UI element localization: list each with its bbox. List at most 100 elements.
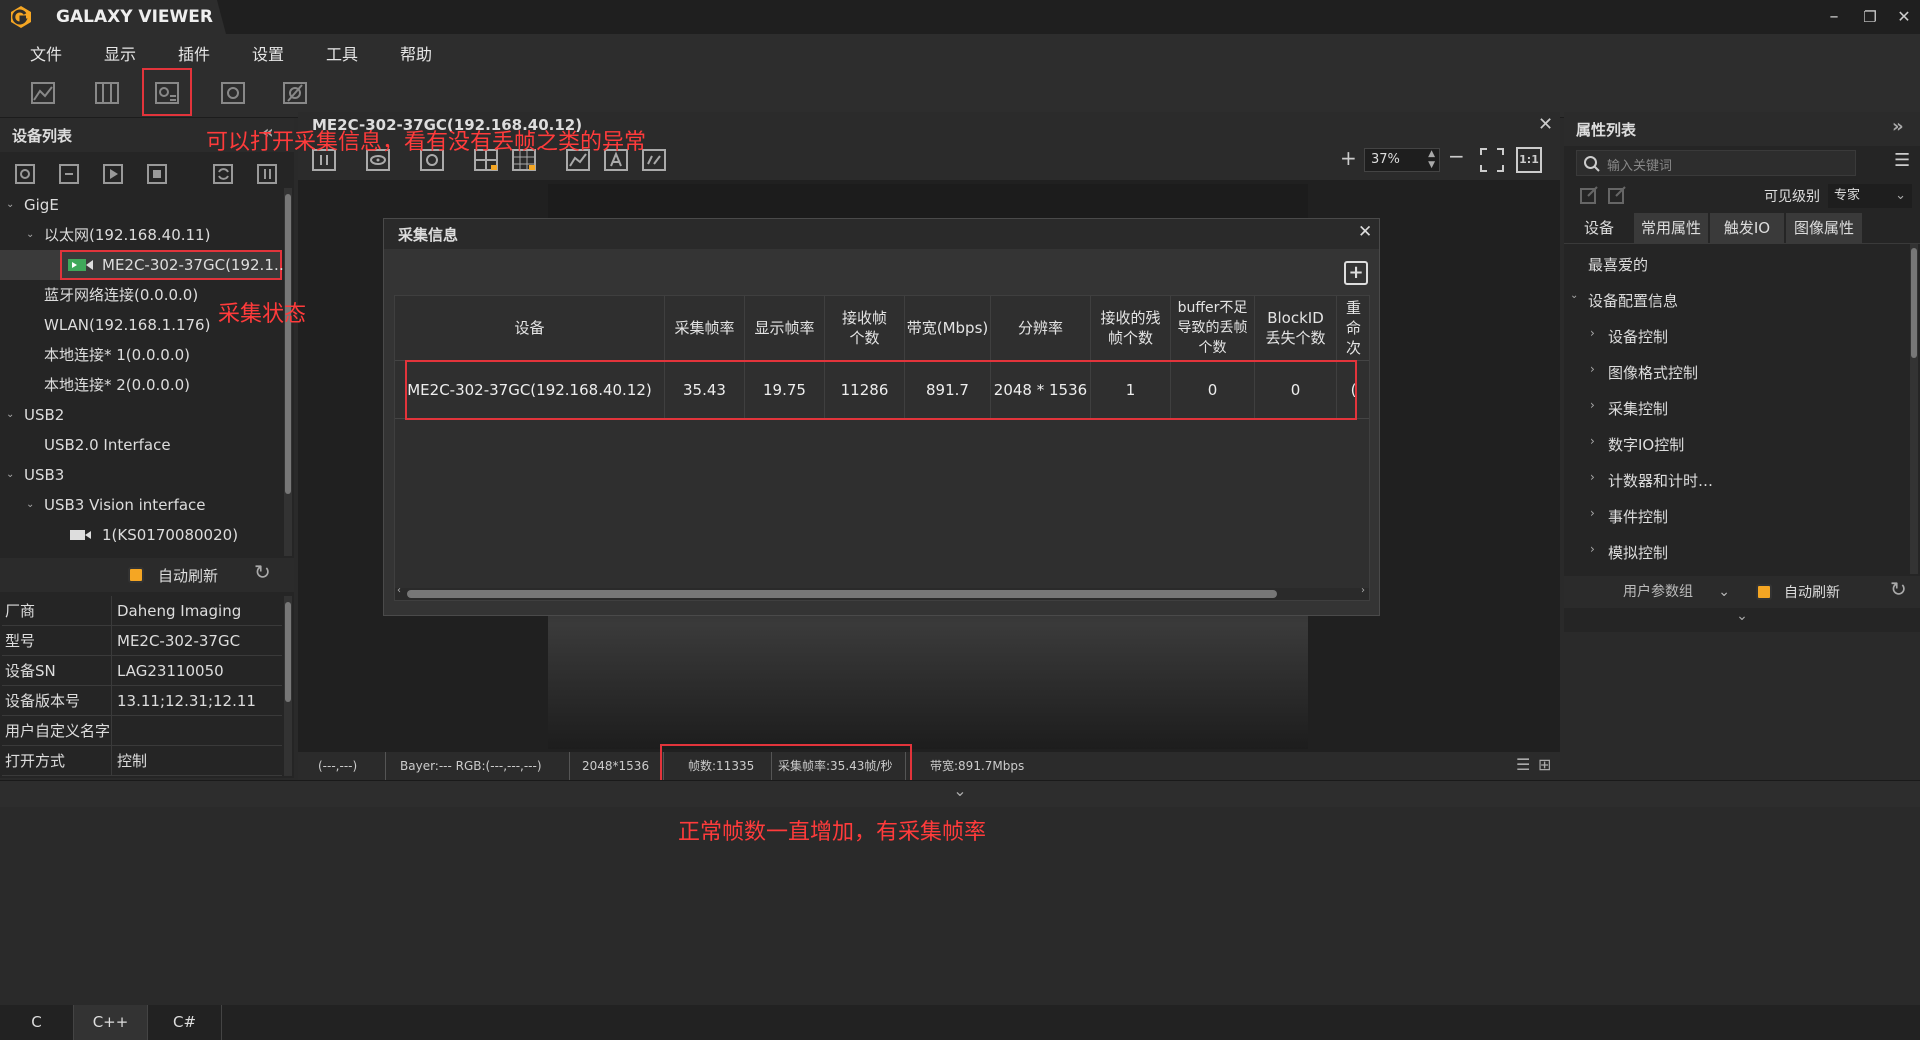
chevron-right-icon: › [1590, 506, 1595, 520]
col-resolution: 分辨率 [991, 296, 1091, 360]
prop-model: 型号 ME2C-302-37GC [2, 626, 282, 656]
param-group-select[interactable]: 用户参数组 ⌄ [1578, 580, 1738, 604]
tree-node-camera-selected[interactable]: ME2C-302-37GC(192.1… [0, 250, 289, 280]
pause-icon[interactable] [254, 160, 282, 188]
expand-right-icon[interactable]: » [1892, 116, 1904, 137]
close-viewer-icon[interactable]: ✕ [1538, 114, 1553, 135]
row-highlight-box [405, 360, 1357, 420]
status-pixel: Bayer:--- RGB:(---,---,---) [386, 752, 570, 780]
props-scrollbar[interactable] [284, 596, 292, 776]
tree-node-local-2[interactable]: 本地连接* 2(0.0.0.0) [0, 370, 282, 400]
tab-lang-csharp[interactable]: C# [148, 1005, 222, 1040]
device-tree-lower: ⌄ USB3 Vision interface 1(KS0170080020) [0, 488, 294, 548]
table-hscrollbar[interactable]: ‹ › [395, 585, 1369, 600]
disabled-frame-icon [283, 82, 307, 104]
item-digital-io[interactable]: 数字IO控制 [1608, 434, 1684, 455]
tab-image[interactable]: 图像属性 [1786, 213, 1862, 243]
minimize-button[interactable]: – [1820, 4, 1848, 30]
frame-tool-button[interactable] [216, 76, 250, 110]
chevron-right-icon: › [1590, 434, 1595, 448]
menu-file[interactable]: 文件 [30, 41, 62, 65]
list-view-icon[interactable]: ☰ [1516, 755, 1530, 774]
menu-icon[interactable]: ☰ [1894, 150, 1910, 171]
fit-window-icon[interactable] [1478, 146, 1506, 174]
zoom-in-button[interactable]: + [1340, 146, 1357, 170]
histogram-tool-button[interactable] [26, 76, 60, 110]
refresh-device-icon[interactable] [210, 160, 238, 188]
annotation-left: 采集状态 [218, 302, 307, 327]
actual-size-button[interactable]: 1:1 [1516, 147, 1542, 173]
device-properties: 厂商 Daheng Imaging 型号 ME2C-302-37GC 设备SN LAG… [0, 596, 294, 778]
open-device-icon[interactable] [12, 160, 40, 188]
prop-sn: 设备SN LAG23110050 [2, 656, 282, 686]
col-bandwidth: 带宽(Mbps) [905, 296, 991, 360]
status-bandwidth: 带宽:891.7Mbps [930, 759, 1025, 773]
grid-view-icon[interactable]: ⊞ [1538, 755, 1551, 774]
property-collapse-icon[interactable]: ⌄ [1564, 608, 1920, 630]
tab-trigger-io[interactable]: 触发IO [1710, 213, 1784, 243]
stop-acquisition-icon[interactable] [144, 160, 172, 188]
acquisition-info-button[interactable] [142, 68, 192, 116]
favorites-item[interactable]: 最喜爱的 [1588, 254, 1648, 275]
auto-refresh-checkbox[interactable] [128, 567, 144, 583]
item-acquisition-control[interactable]: 采集控制 [1608, 398, 1668, 419]
right-refresh-icon[interactable]: ↻ [1890, 577, 1907, 601]
property-panel: 属性列表 » 输入关键词 ☰ 可见级别 专家 ⌄ 设备 常用属性 触发IO 图像属… [1564, 112, 1920, 632]
tab-lang-c[interactable]: C [0, 1005, 74, 1040]
start-acquisition-icon[interactable] [100, 160, 128, 188]
close-button[interactable]: ✕ [1890, 4, 1918, 30]
chevron-right-icon: › [1590, 326, 1595, 340]
camera-icon [70, 530, 91, 540]
tree-node-gige[interactable]: ⌄ GigE [0, 190, 282, 220]
group-expand-icon[interactable]: ⌄ [1570, 290, 1578, 301]
import-icon[interactable] [1578, 184, 1600, 206]
visibility-select[interactable]: 专家 ⌄ [1828, 184, 1912, 208]
device-tree: ⌄ GigE ⌄ 以太网(192.168.40.11) ME2C-302-37GC(… [0, 188, 294, 488]
prop-open-mode: 打开方式 控制 [2, 746, 282, 776]
app-title: GALAXY VIEWER [56, 7, 213, 27]
item-device-control[interactable]: 设备控制 [1608, 326, 1668, 347]
auto-refresh-bar: 自动刷新 ↻ [0, 558, 294, 592]
property-header: 属性列表 » [1564, 112, 1920, 146]
auto-refresh-label: 自动刷新 [158, 567, 219, 585]
menu-help[interactable]: 帮助 [400, 41, 432, 65]
tree-node-usb2-interface[interactable]: USB2.0 Interface [0, 430, 282, 460]
tree-node-usb2[interactable]: ⌄ USB2 [0, 400, 282, 430]
zoom-input[interactable]: 37% ▲ ▼ [1364, 148, 1440, 172]
tree-scrollbar[interactable] [284, 188, 292, 556]
zoom-out-button[interactable]: − [1448, 144, 1465, 168]
tree-node-ethernet[interactable]: ⌄ 以太网(192.168.40.11) [0, 220, 282, 250]
dialog-title: 采集信息 [398, 226, 459, 244]
output-expand-icon[interactable]: ⌄ [0, 781, 1920, 807]
dialog-close-icon[interactable]: ✕ [1358, 222, 1372, 242]
tab-common[interactable]: 常用属性 [1634, 213, 1708, 243]
tree-node-local-1[interactable]: 本地连接* 1(0.0.0.0) [0, 340, 282, 370]
item-image-format[interactable]: 图像格式控制 [1608, 362, 1698, 383]
group-device-config[interactable]: 设备配置信息 [1588, 290, 1678, 311]
menu-plugins[interactable]: 插件 [178, 41, 210, 65]
dialog-add-button[interactable]: + [1344, 261, 1368, 285]
visibility-label: 可见级别 [1764, 189, 1820, 205]
tree-node-usb3[interactable]: ⌄ USB3 [0, 460, 282, 488]
tree-node-usb3-vision[interactable]: ⌄ USB3 Vision interface [0, 490, 282, 520]
close-device-icon[interactable] [56, 160, 84, 188]
title-bar: GALAXY VIEWER – ❐ ✕ [0, 0, 1920, 34]
item-analog-control[interactable]: 模拟控制 [1608, 542, 1668, 563]
split-view-tool-button[interactable] [90, 76, 124, 110]
tree-node-usb3-camera[interactable]: 1(KS0170080020) [0, 520, 282, 548]
restore-button[interactable]: ❐ [1856, 4, 1884, 30]
property-scrollbar[interactable] [1910, 244, 1918, 574]
refresh-icon[interactable]: ↻ [254, 560, 271, 584]
status-bar: (---,---) Bayer:--- RGB:(---,---,---) 20… [298, 744, 1560, 784]
tab-lang-cpp[interactable]: C++ [74, 1005, 148, 1040]
menu-settings[interactable]: 设置 [252, 41, 284, 65]
menu-tools[interactable]: 工具 [326, 41, 358, 65]
item-event-control[interactable]: 事件控制 [1608, 506, 1668, 527]
export-icon[interactable] [1606, 184, 1628, 206]
property-search[interactable]: 输入关键词 [1576, 150, 1856, 176]
tab-device[interactable]: 设备 [1566, 213, 1632, 243]
settings-tool-button[interactable] [278, 76, 312, 110]
right-auto-refresh-checkbox[interactable] [1756, 584, 1772, 600]
menu-view[interactable]: 显示 [104, 41, 136, 65]
item-counter-timer[interactable]: 计数器和计时… [1608, 470, 1713, 491]
